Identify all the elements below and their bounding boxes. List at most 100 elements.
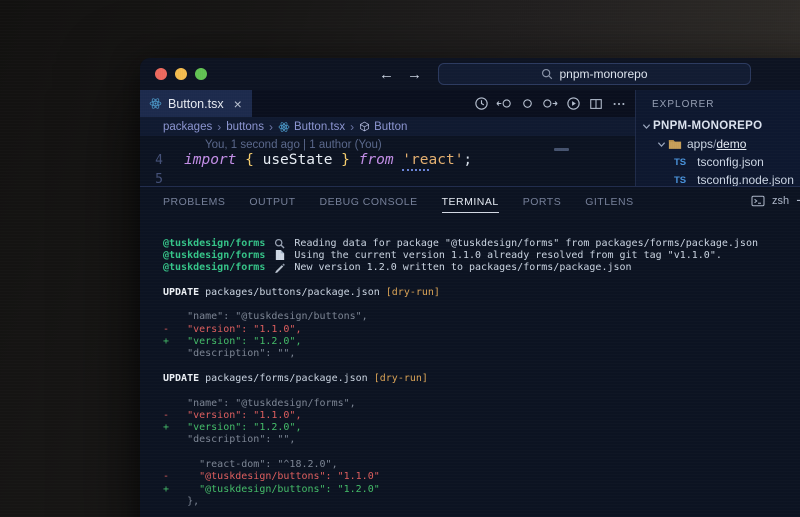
breadcrumb-item-packages[interactable]: packages (163, 121, 212, 133)
terminal-line: "description": "", (163, 434, 800, 446)
terminal-line: "name": "@tuskdesign/forms", (163, 397, 800, 409)
forward-button[interactable]: → (407, 66, 422, 83)
terminal-line: }, (163, 495, 800, 507)
terminal-text: New version 1.2.0 written to packages/fo… (288, 262, 631, 273)
zoom-window-button[interactable] (195, 68, 207, 80)
code-editor: You, 1 second ago | 1 author (You) 4 imp… (140, 136, 635, 186)
panel-tab-gitlens[interactable]: GITLENS (585, 190, 633, 213)
code-token: ; (463, 152, 472, 168)
terminal-line (163, 298, 800, 310)
editor-scrollbar-thumb[interactable] (554, 148, 569, 151)
previous-change-button[interactable] (496, 96, 512, 112)
ts-icon: TS (674, 157, 692, 168)
desktop-background: ← → pnpm-monorepo Button.tsx (0, 0, 800, 517)
terminal-text: Reading data for package "@tuskdesign/fo… (288, 238, 758, 249)
terminal-text: @tuskdesign/forms (163, 238, 265, 249)
terminal-line: "react-dom": "^18.2.0", (163, 458, 800, 470)
terminal-line: + "version": "1.2.0", (163, 335, 800, 347)
terminal-icon (751, 195, 765, 207)
search-value: pnpm-monorepo (559, 67, 647, 81)
breadcrumb-label: buttons (226, 121, 264, 133)
terminal-line: @tuskdesign/forms Using the current vers… (163, 249, 800, 261)
tree-item-apps-demo[interactable]: apps / demo (636, 135, 800, 153)
terminal-text: + "version": "1.2.0", (163, 422, 301, 433)
breadcrumb-separator-icon: › (350, 120, 354, 134)
minimize-window-button[interactable] (175, 68, 187, 80)
code-token (394, 152, 403, 168)
terminal-text: - "version": "1.1.0", (163, 410, 301, 421)
code-token: from (359, 152, 394, 168)
code-token (350, 152, 359, 168)
code-token: } (341, 152, 350, 168)
close-window-button[interactable] (155, 68, 167, 80)
compare-button[interactable] (519, 96, 535, 112)
code-text: import { useState } from 'react'; (184, 152, 472, 168)
breadcrumb-separator-icon: › (217, 120, 221, 134)
code-token: 're (402, 152, 428, 171)
panel-tab-ports[interactable]: PORTS (523, 190, 561, 213)
terminal-line: - "version": "1.1.0", (163, 409, 800, 421)
tree-root-pnpm-monorepo[interactable]: PNPM-MONOREPO (636, 117, 800, 135)
terminal-text (265, 250, 271, 261)
breadcrumb-label: Button.tsx (294, 121, 345, 133)
breadcrumb-separator-icon: › (269, 120, 273, 134)
react-icon (149, 97, 162, 110)
editor-actions (473, 90, 627, 117)
terminal-shell-picker[interactable]: zsh+ (751, 191, 800, 211)
more-actions-button[interactable] (611, 96, 627, 112)
search-icon (541, 68, 553, 80)
back-button[interactable]: ← (379, 66, 394, 83)
pencil-icon (273, 262, 286, 273)
chevron-down-icon (639, 122, 653, 131)
timeline-button[interactable] (473, 96, 489, 112)
panel-tab-problems[interactable]: PROBLEMS (163, 190, 225, 213)
folder-icon (668, 138, 682, 150)
breadcrumb-item-button-tsx[interactable]: Button.tsx (278, 121, 345, 133)
terminal-text: UPDATE (163, 287, 199, 298)
line-number: 4 (140, 153, 184, 168)
symbol-cube-icon (359, 121, 370, 132)
vscode-window: ← → pnpm-monorepo Button.tsx (140, 58, 800, 517)
panel-tab-output[interactable]: OUTPUT (249, 190, 295, 213)
more-icon (612, 97, 626, 111)
panel-tab-debug-console[interactable]: DEBUG CONSOLE (320, 190, 418, 213)
terminal-line: + "version": "1.2.0", (163, 421, 800, 433)
code-line: 4 import { useState } from 'react'; (140, 152, 635, 168)
prev-change-icon (496, 96, 512, 111)
breadcrumb-item-buttons[interactable]: buttons (226, 121, 264, 133)
close-tab-icon[interactable]: × (234, 96, 242, 112)
terminal-line: "name": "@tuskdesign/buttons", (163, 311, 800, 323)
next-change-button[interactable] (542, 96, 558, 112)
terminal-text (265, 238, 271, 249)
tree-item-tsconfig-json[interactable]: TS tsconfig.json (636, 153, 800, 171)
code-token: useState (254, 152, 341, 168)
terminal-line: @tuskdesign/forms New version 1.2.0 writ… (163, 262, 800, 274)
panel-tab-terminal[interactable]: TERMINAL (442, 190, 499, 213)
breadcrumb-item-button[interactable]: Button (359, 121, 407, 133)
terminal-line (163, 446, 800, 458)
panel-tab-bar: PROBLEMS OUTPUT DEBUG CONSOLE TERMINAL PORTS… (140, 187, 800, 215)
next-change-icon (542, 96, 558, 111)
ts-icon: TS (674, 175, 692, 186)
terminal-output: @tuskdesign/forms Reading data for packa… (140, 215, 800, 508)
tree-item-label: tsconfig.json (697, 155, 764, 169)
split-editor-button[interactable] (588, 96, 604, 112)
code-token: act' (429, 152, 464, 168)
run-button[interactable] (565, 96, 581, 112)
terminal-text: "react-dom": "^18.2.0", (163, 459, 338, 470)
terminal-line (163, 274, 800, 286)
terminal-line (163, 360, 800, 372)
history-navigation: ← → (379, 66, 422, 83)
breadcrumb: packages › buttons › Button.tsx › Button (140, 117, 635, 136)
blame-annotation: You, 1 second ago | 1 author (You) (205, 139, 635, 151)
terminal-text: "description": "", (163, 434, 295, 445)
react-icon (278, 121, 290, 133)
new-terminal-button[interactable]: + (796, 191, 800, 211)
terminal-line: @tuskdesign/forms Reading data for packa… (163, 237, 800, 249)
tree-item-tsconfig-node-json[interactable]: TStsconfig.node.json (636, 171, 800, 186)
search-box[interactable]: pnpm-monorepo (438, 63, 751, 85)
tree-item-label: demo (716, 137, 746, 151)
terminal-text (265, 262, 271, 273)
tab-button-tsx[interactable]: Button.tsx × (140, 90, 252, 117)
terminal-text: packages/buttons/package.json (199, 287, 386, 298)
